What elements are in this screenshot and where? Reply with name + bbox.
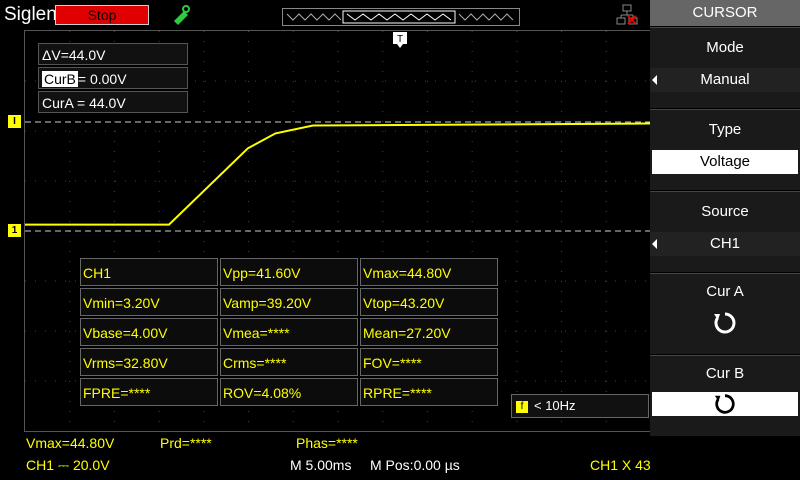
cursor-a-level-marker: I [8,115,21,128]
meas-cell: Vbase=4.00V [80,318,218,346]
meas-cell: Crms=**** [220,348,358,376]
trigger-status-icon [174,5,190,25]
menu-title: CURSOR [650,0,800,26]
left-arrow-icon [652,75,657,85]
rotate-knob-icon [650,310,800,343]
meas-cell: Vrms=32.80V [80,348,218,376]
meas-cell: CH1 [80,258,218,286]
source-label: Source [701,203,749,220]
meas-cell: FPRE=**** [80,378,218,406]
type-label: Type [708,121,742,138]
phase-readout: Phas=**** [296,435,358,451]
ch1-ground-marker: 1 [8,224,21,237]
memory-position-bar [282,8,686,26]
cursor-delta-readout: ΔV=44.0V [38,43,188,65]
mode-label: Mode [706,39,744,56]
trigger-position-marker: T [393,32,407,48]
mode-value: Manual [650,68,800,92]
meas-cell: Vtop=43.20V [360,288,498,316]
cursor-b-readout: CurB = 0.00V [38,67,188,89]
mode-softkey[interactable]: Mode Manual [650,27,800,108]
rotate-knob-icon [652,392,798,416]
meas-cell: RPRE=**** [360,378,498,406]
timebase-readout[interactable]: M 5.00ms [290,457,351,473]
ch1-scale[interactable]: CH1 ⎓ 20.0V [26,457,110,474]
type-softkey[interactable]: Type Voltage [650,109,800,190]
frequency-value: < 10Hz [534,398,576,413]
meas-cell: ROV=4.08% [220,378,358,406]
cursor-b-label: CurB [42,71,78,87]
vmax-readout: Vmax=44.80V [26,435,115,451]
meas-cell: Vpp=41.60V [220,258,358,286]
ch1-trace [25,122,651,226]
source-softkey[interactable]: Source CH1 [650,191,800,272]
trigger-marker-label: T [397,34,403,45]
frequency-counter: f < 10Hz [511,394,649,418]
memory-position-readout[interactable]: M Pos:0.00 µs [370,457,460,473]
period-readout: Prd=**** [160,435,212,451]
meas-cell: Vmea=**** [220,318,358,346]
cursor-a-readout: CurA = 44.0V [38,91,188,113]
meas-cell: Mean=27.20V [360,318,498,346]
left-arrow-icon [652,239,657,249]
cur-a-softkey[interactable]: Cur A [650,273,800,354]
bottom-status-bar: Vmax=44.80V Prd=**** Phas=**** CH1 ⎓ 20.… [0,432,672,480]
memory-waveform-preview [286,10,514,24]
cur-a-label: Cur A [706,283,744,300]
cur-b-softkey[interactable]: Cur B [650,355,800,436]
type-value: Voltage [652,150,798,174]
cursor-menu: CURSOR Mode Manual Type Voltage Source C… [650,0,800,480]
cur-b-label: Cur B [705,365,745,382]
cursor-b-value: = 0.00V [77,71,127,87]
meas-cell: Vamp=39.20V [220,288,358,316]
source-value: CH1 [650,232,800,256]
meas-cell: Vmin=3.20V [80,288,218,316]
frequency-icon: f [516,400,528,413]
brand-label: Siglent [4,4,63,25]
meas-cell: FOV=**** [360,348,498,376]
meas-cell: Vmax=44.80V [360,258,498,286]
status-bar: Siglent Stop [0,0,686,28]
run-stop-indicator[interactable]: Stop [55,5,149,25]
network-disconnected-icon [616,4,638,25]
